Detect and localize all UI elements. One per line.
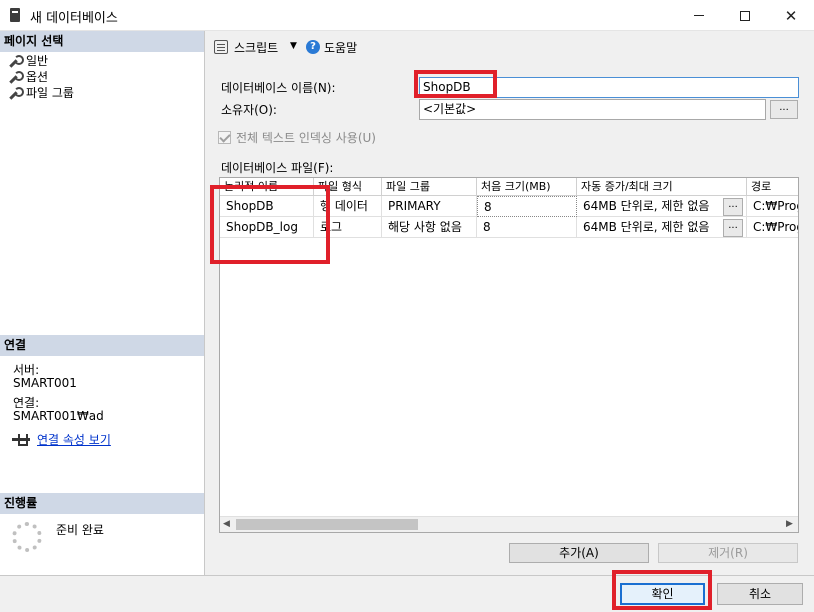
connection-properties-link[interactable]: 연결 속성 보기: [37, 431, 111, 448]
autogrowth-cell: 64MB 단위로, 제한 없음: [577, 217, 747, 238]
annotation-highlight-logical-names: [210, 185, 330, 264]
plug-icon: [12, 433, 30, 446]
annotation-highlight-dbname: [414, 70, 497, 98]
maximize-icon: [740, 10, 750, 21]
sidebar-item-label: 파일 그룹: [26, 86, 74, 100]
add-button[interactable]: 추가(A): [509, 543, 649, 563]
scroll-left-icon[interactable]: ◀: [223, 519, 230, 529]
cancel-button[interactable]: 취소: [717, 583, 803, 605]
annotation-highlight-ok: [612, 570, 712, 610]
sidebar-item-filegroups[interactable]: 파일 그룹: [8, 85, 74, 101]
page-select-header: 페이지 선택: [0, 31, 204, 52]
wrench-icon: [8, 55, 24, 67]
connection-label: 연결:: [13, 396, 40, 410]
script-button[interactable]: 스크립트: [234, 39, 278, 56]
sidebar-item-general[interactable]: 일반: [8, 53, 48, 69]
initial-size-cell[interactable]: 8: [477, 196, 577, 217]
path-cell[interactable]: C:₩Prog: [747, 196, 798, 217]
fulltext-checkbox[interactable]: [218, 131, 231, 144]
title-bar: 새 데이터베이스 ✕: [0, 0, 814, 31]
scroll-right-icon[interactable]: ▶: [786, 519, 793, 529]
owner-label: 소유자(O):: [221, 103, 277, 117]
connection-header: 연결: [0, 335, 204, 356]
db-files-label: 데이터베이스 파일(F):: [221, 161, 334, 175]
connection-value: SMART001₩ad: [13, 409, 104, 423]
autogrowth-button[interactable]: ...: [723, 198, 743, 216]
left-pane: 페이지 선택 일반 옵션 파일 그룹 연결 서버: SMART001 연결: S…: [0, 31, 205, 575]
owner-browse-button[interactable]: ...: [770, 100, 798, 119]
column-header[interactable]: 파일 그룹: [382, 178, 477, 196]
progress-header: 진행률: [0, 493, 204, 514]
server-label: 서버:: [13, 363, 40, 377]
close-button[interactable]: ✕: [768, 0, 814, 31]
maximize-button[interactable]: [722, 0, 768, 31]
autogrowth-cell: 64MB 단위로, 제한 없음: [577, 196, 747, 217]
filegroup-cell[interactable]: PRIMARY: [382, 196, 477, 217]
sidebar-item-options[interactable]: 옵션: [8, 69, 48, 85]
horizontal-scrollbar[interactable]: ◀ ▶: [220, 516, 798, 532]
wrench-icon: [8, 87, 24, 99]
owner-input[interactable]: <기본값>: [419, 99, 766, 120]
column-header[interactable]: 처음 크기(MB): [477, 178, 577, 196]
scroll-thumb[interactable]: [236, 519, 418, 530]
script-icon[interactable]: [214, 40, 228, 54]
column-header[interactable]: 자동 증가/최대 크기: [577, 178, 747, 196]
help-icon[interactable]: ?: [306, 40, 320, 54]
progress-status: 준비 완료: [56, 523, 104, 537]
connection-properties-row: 연결 속성 보기: [12, 431, 111, 448]
toolbar: 스크립트 ▼ ? 도움말: [206, 31, 814, 63]
server-value: SMART001: [13, 376, 77, 390]
wrench-icon: [8, 71, 24, 83]
db-name-label: 데이터베이스 이름(N):: [221, 81, 336, 95]
sidebar-item-label: 옵션: [26, 70, 49, 84]
database-icon: [10, 8, 20, 22]
chevron-down-icon[interactable]: ▼: [290, 41, 297, 51]
progress-spinner-icon: [12, 522, 42, 552]
remove-button[interactable]: 제거(R): [658, 543, 798, 563]
close-icon: ✕: [784, 6, 798, 25]
fulltext-label: 전체 텍스트 인덱싱 사용(U): [236, 131, 376, 145]
window-title: 새 데이터베이스: [30, 11, 118, 26]
minimize-button[interactable]: [676, 0, 722, 31]
initial-size-cell[interactable]: 8: [477, 217, 577, 238]
path-cell[interactable]: C:₩Prog: [747, 217, 798, 238]
filegroup-cell[interactable]: 해당 사항 없음: [382, 217, 477, 238]
sidebar-item-label: 일반: [26, 54, 49, 68]
column-header[interactable]: 경로: [747, 178, 798, 196]
help-button[interactable]: 도움말: [324, 39, 357, 56]
minimize-icon: [694, 15, 704, 16]
autogrowth-button[interactable]: ...: [723, 219, 743, 237]
